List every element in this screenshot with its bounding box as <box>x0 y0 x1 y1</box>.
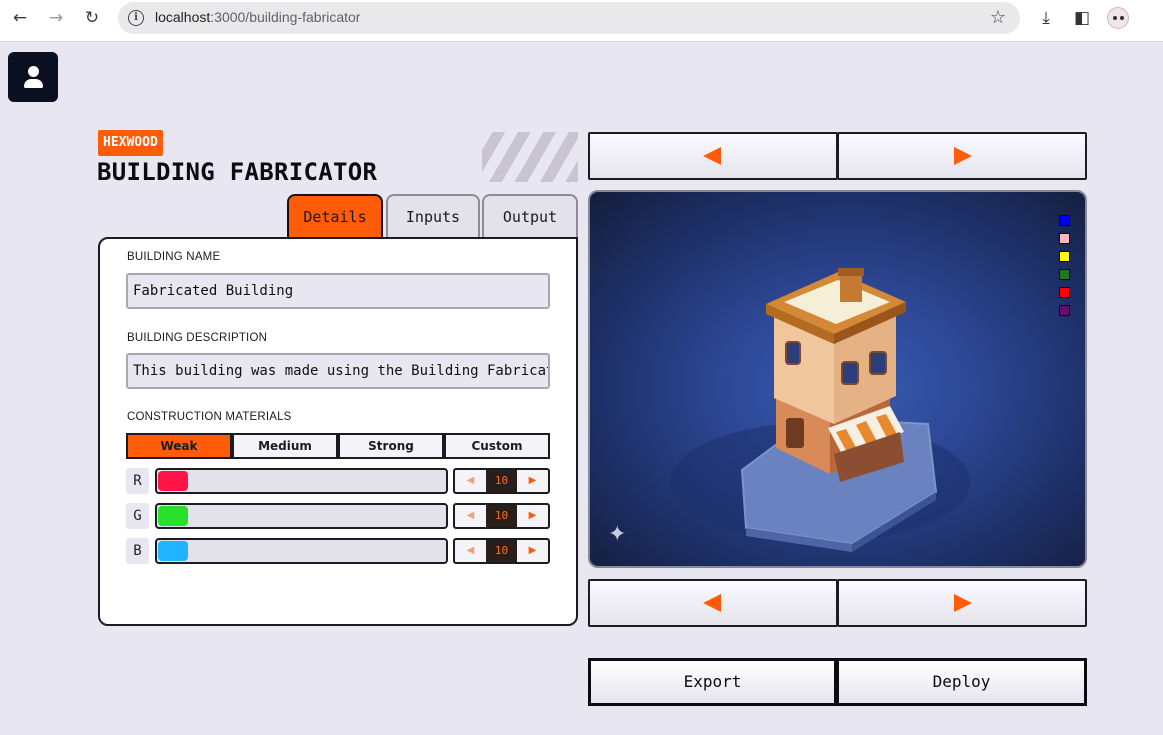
arrow-right-icon <box>954 594 972 612</box>
color-swatch-4[interactable] <box>1059 269 1070 280</box>
building-name-input[interactable]: Fabricated Building <box>126 273 550 309</box>
next-style-button[interactable] <box>837 132 1087 180</box>
address-text[interactable]: localhost:3000/building-fabricator <box>155 9 360 25</box>
building-preview-viewport[interactable]: ✦ <box>588 190 1087 568</box>
color-swatch-1[interactable] <box>1059 215 1070 226</box>
material-custom-button[interactable]: Custom <box>444 433 550 459</box>
rgb-row-blue: B ◀ 10 ▶ <box>126 538 550 564</box>
color-swatch-6[interactable] <box>1059 305 1070 316</box>
url-host: localhost <box>155 9 211 25</box>
deploy-button[interactable]: Deploy <box>836 658 1087 706</box>
construction-materials-label: CONSTRUCTION MATERIALS <box>127 411 292 423</box>
red-value[interactable]: 10 <box>486 470 517 492</box>
sparkle-icon[interactable]: ✦ <box>608 522 626 547</box>
user-icon-body <box>24 79 43 88</box>
export-button[interactable]: Export <box>588 658 837 706</box>
material-strong-button[interactable]: Strong <box>338 433 444 459</box>
blue-value[interactable]: 10 <box>486 540 517 562</box>
materials-selector: Weak Medium Strong Custom <box>126 433 550 459</box>
arrow-right-icon <box>954 147 972 165</box>
decrement-arrow-icon[interactable]: ◀ <box>455 470 486 492</box>
building-3d-model <box>670 268 970 552</box>
red-slider-fill[interactable] <box>158 471 188 491</box>
building-description-input[interactable]: This building was made using the Buildin… <box>126 353 550 389</box>
address-bar[interactable]: i localhost:3000/building-fabricator ☆ <box>118 2 1020 34</box>
rgb-row-green: G ◀ 10 ▶ <box>126 503 550 529</box>
decorative-stripes <box>482 132 578 182</box>
reload-icon[interactable]: ↻ <box>81 8 103 28</box>
red-stepper: ◀ 10 ▶ <box>453 468 550 494</box>
tab-output[interactable]: Output <box>482 194 578 238</box>
blue-slider[interactable] <box>155 538 448 564</box>
color-swatch-3[interactable] <box>1059 251 1070 262</box>
browser-toolbar-divider <box>0 41 1163 42</box>
color-swatch-2[interactable] <box>1059 233 1070 244</box>
previous-style-button[interactable] <box>588 132 838 180</box>
page-title: BUILDING FABRICATOR <box>97 158 378 186</box>
rgb-row-red: R ◀ 10 ▶ <box>126 468 550 494</box>
green-value[interactable]: 10 <box>486 505 517 527</box>
user-profile-button[interactable] <box>8 52 58 102</box>
tab-inputs[interactable]: Inputs <box>386 194 480 238</box>
increment-arrow-icon[interactable]: ▶ <box>517 470 548 492</box>
site-info-icon[interactable]: i <box>128 10 144 26</box>
channel-letter: B <box>126 538 149 564</box>
decrement-arrow-icon[interactable]: ◀ <box>455 505 486 527</box>
green-slider-fill[interactable] <box>158 506 188 526</box>
side-panel-icon[interactable]: ◧ <box>1071 7 1093 29</box>
user-icon <box>28 66 39 77</box>
channel-letter: R <box>126 468 149 494</box>
blue-slider-fill[interactable] <box>158 541 188 561</box>
details-panel: BUILDING NAME Fabricated Building BUILDI… <box>98 237 578 626</box>
building-description-label: BUILDING DESCRIPTION <box>127 332 268 344</box>
arrow-left-icon <box>703 147 721 165</box>
blue-stepper: ◀ 10 ▶ <box>453 538 550 564</box>
color-swatch-5[interactable] <box>1059 287 1070 298</box>
decrement-arrow-icon[interactable]: ◀ <box>455 540 486 562</box>
bookmark-star-icon[interactable]: ☆ <box>990 7 1006 28</box>
download-icon[interactable]: ⤓ <box>1035 7 1057 29</box>
channel-letter: G <box>126 503 149 529</box>
forward-icon[interactable]: → <box>45 8 67 28</box>
url-path: :3000/building-fabricator <box>210 9 361 25</box>
back-icon[interactable]: ← <box>9 8 31 28</box>
increment-arrow-icon[interactable]: ▶ <box>517 540 548 562</box>
tab-details[interactable]: Details <box>287 194 383 238</box>
red-slider[interactable] <box>155 468 448 494</box>
green-slider[interactable] <box>155 503 448 529</box>
material-medium-button[interactable]: Medium <box>232 433 338 459</box>
arrow-left-icon <box>703 594 721 612</box>
building-name-label: BUILDING NAME <box>127 251 221 263</box>
increment-arrow-icon[interactable]: ▶ <box>517 505 548 527</box>
brand-badge: HEXWOOD <box>98 130 163 156</box>
browser-profile-avatar[interactable] <box>1107 7 1129 29</box>
green-stepper: ◀ 10 ▶ <box>453 503 550 529</box>
previous-variant-button[interactable] <box>588 579 838 627</box>
next-variant-button[interactable] <box>837 579 1087 627</box>
material-weak-button[interactable]: Weak <box>126 433 232 459</box>
